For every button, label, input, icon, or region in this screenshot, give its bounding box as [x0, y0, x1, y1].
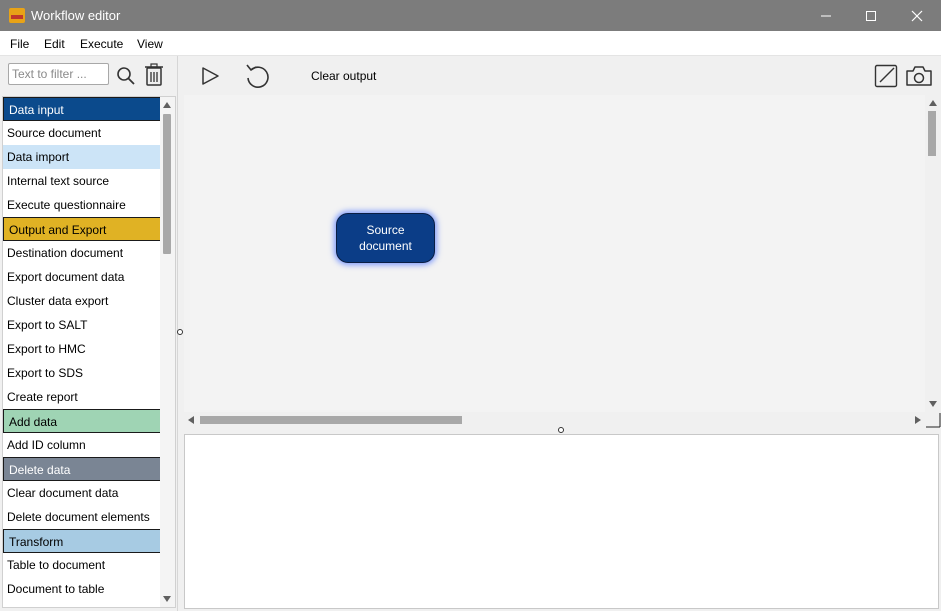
tool-item-table-to-document[interactable]: Table to document — [3, 553, 161, 577]
category-header-output-and-export[interactable]: Output and Export — [3, 217, 161, 241]
node-label-line-2: document — [359, 239, 412, 253]
search-icon[interactable] — [115, 66, 137, 86]
app-icon — [9, 8, 25, 23]
tool-item-export-to-sds[interactable]: Export to SDS — [3, 361, 161, 385]
canvas-hscroll-thumb[interactable] — [200, 416, 462, 424]
clear-output-button[interactable]: Clear output — [311, 69, 376, 83]
minimize-button[interactable] — [803, 0, 849, 31]
canvas-horizontal-scrollbar[interactable] — [184, 412, 925, 428]
tool-item-export-to-hmc[interactable]: Export to HMC — [3, 337, 161, 361]
tool-palette: Data inputSource documentData importInte… — [0, 56, 178, 611]
tool-item-delete-document-elements[interactable]: Delete document elements — [3, 505, 161, 529]
close-icon — [911, 10, 923, 21]
maximize-icon — [866, 10, 876, 21]
tool-list: Data input Source document Data import Inte… — [2, 96, 176, 608]
reset-icon[interactable] — [244, 62, 272, 90]
tool-list-scroll-thumb[interactable] — [163, 114, 171, 254]
close-button[interactable] — [894, 0, 940, 31]
minimize-icon — [821, 15, 831, 16]
play-icon[interactable] — [199, 65, 221, 87]
category-header-data-input[interactable]: Data input — [3, 97, 161, 121]
menu-bar: File Edit Execute View — [0, 31, 941, 56]
horizontal-splitter-handle[interactable] — [558, 427, 564, 433]
tool-item-data-import[interactable]: Data import — [3, 145, 161, 169]
tool-item-source-document[interactable]: Source document — [3, 121, 161, 145]
workflow-canvas[interactable]: Source document — [184, 95, 925, 412]
category-header-delete-data[interactable]: Delete data — [3, 457, 161, 481]
trash-icon[interactable] — [143, 63, 165, 87]
category-header-add-data[interactable]: Add data — [3, 409, 161, 433]
tool-item-clear-document-data[interactable]: Clear document data — [3, 481, 161, 505]
menu-execute[interactable]: Execute — [80, 37, 123, 51]
menu-edit[interactable]: Edit — [44, 37, 65, 51]
filter-input[interactable] — [8, 63, 109, 85]
tool-item-cluster-data-export[interactable]: Cluster data export — [3, 289, 161, 313]
maximize-button[interactable] — [848, 0, 894, 31]
workflow-node-source-document[interactable]: Source document — [336, 213, 435, 263]
scroll-corner — [926, 413, 941, 428]
menu-file[interactable]: File — [10, 37, 29, 51]
tool-item-document-to-table[interactable]: Document to table — [3, 577, 161, 601]
window-title: Workflow editor — [31, 8, 121, 23]
canvas-scroll-down-icon[interactable] — [929, 401, 937, 407]
tool-item-create-report[interactable]: Create report — [3, 385, 161, 409]
tool-item-internal-text-source[interactable]: Internal text source — [3, 169, 161, 193]
scroll-up-icon[interactable] — [163, 102, 171, 108]
category-header-transform[interactable]: Transform — [3, 529, 161, 553]
canvas-scroll-up-icon[interactable] — [929, 100, 937, 106]
tool-item-export-document-data[interactable]: Export document data — [3, 265, 161, 289]
canvas-scroll-right-icon[interactable] — [915, 416, 921, 424]
vertical-splitter-handle[interactable] — [177, 329, 183, 335]
node-label-line-1: Source — [366, 223, 405, 237]
tool-item-add-id-column[interactable]: Add ID column — [3, 433, 161, 457]
editor-toolbar: Clear output — [179, 56, 941, 95]
tool-list-scrollbar[interactable] — [160, 97, 175, 607]
tool-list-items: Data input Source document Data import Inte… — [3, 97, 161, 601]
canvas-scroll-left-icon[interactable] — [188, 416, 194, 424]
canvas-vertical-scrollbar[interactable] — [925, 95, 941, 412]
menu-view[interactable]: View — [137, 37, 163, 51]
edit-icon[interactable] — [874, 64, 898, 88]
canvas-vscroll-thumb[interactable] — [928, 111, 936, 156]
camera-icon[interactable] — [905, 64, 933, 88]
tool-item-destination-document[interactable]: Destination document — [3, 241, 161, 265]
output-panel[interactable] — [184, 434, 939, 609]
tool-item-execute-questionnaire[interactable]: Execute questionnaire — [3, 193, 161, 217]
tool-item-export-to-salt[interactable]: Export to SALT — [3, 313, 161, 337]
title-bar: Workflow editor — [0, 0, 941, 31]
scroll-down-icon[interactable] — [163, 596, 171, 602]
